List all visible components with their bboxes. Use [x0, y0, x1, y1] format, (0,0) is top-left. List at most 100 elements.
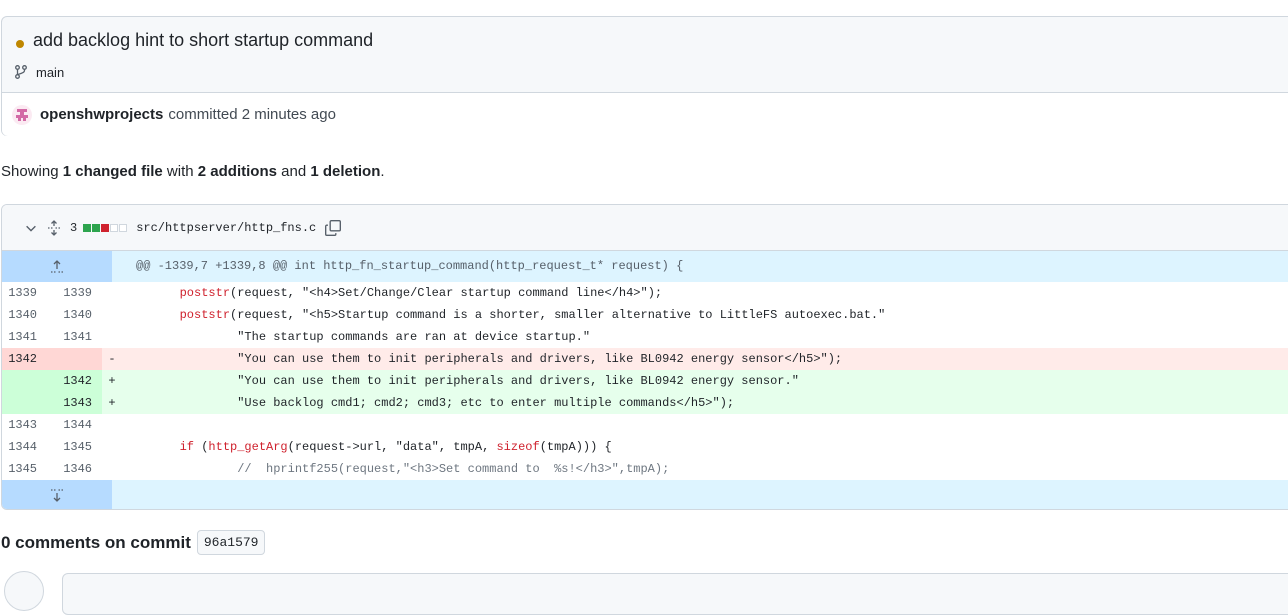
- commit-sha-badge[interactable]: 96a1579: [196, 530, 266, 555]
- code-token: (: [194, 440, 209, 454]
- diffstat-count: 3: [70, 220, 78, 235]
- code-token: (request, "<h5>Startup command is a shor…: [230, 308, 886, 322]
- hunk-footer-row: [2, 480, 1288, 509]
- comment-box[interactable]: [62, 573, 1288, 615]
- code-line: "The startup commands are ran at device …: [122, 326, 1288, 348]
- diff-summary: Showing 1 changed file with 2 additions …: [1, 163, 385, 180]
- diff-marker: [102, 326, 122, 348]
- diff-marker: [102, 414, 122, 436]
- summary-showing: Showing: [1, 163, 59, 180]
- new-line-number[interactable]: 1341: [47, 326, 102, 348]
- code-line: "Use backlog cmd1; cmd2; cmd3; etc to en…: [122, 392, 1288, 414]
- diff-marker: [102, 304, 122, 326]
- diff-line-ctx: 1343 1344: [2, 414, 1288, 436]
- git-branch-icon: [15, 65, 27, 79]
- old-line-number[interactable]: 1340: [2, 304, 47, 326]
- diff-line-ctx: 1345 1346 // hprintf255(request,"<h3>Set …: [2, 458, 1288, 480]
- code-token: "Use backlog cmd1; cmd2; cmd3; etc to en…: [122, 396, 735, 410]
- diff-line-add: 1343 + "Use backlog cmd1; cmd2; cmd3; etc…: [2, 392, 1288, 414]
- diff-marker: [102, 458, 122, 480]
- summary-end: .: [380, 163, 385, 180]
- old-line-number[interactable]: 1343: [2, 414, 47, 436]
- code-token: // hprintf255(request,"<h3>Set command t…: [237, 462, 670, 476]
- code-token: (tmpA))) {: [539, 440, 612, 454]
- code-token: <h4>Set/Change/Clear startup command lin…: [309, 286, 641, 300]
- file-diff: 3 src/httpserver/http_fns.c @@ -1339,7 +…: [1, 204, 1288, 510]
- comments-count: 0 comments on commit: [1, 532, 191, 552]
- code-token: "You can use them to init peripherals an…: [122, 374, 799, 388]
- unfold-icon[interactable]: [46, 219, 62, 236]
- code-line: poststr(request, "<h4>Set/Change/Clear s…: [122, 282, 1288, 304]
- commit-header: add backlog hint to short startup comman…: [1, 16, 1288, 136]
- old-line-number[interactable]: [2, 370, 47, 392]
- new-line-number[interactable]: 1342: [47, 370, 102, 392]
- new-line-number[interactable]: 1344: [47, 414, 102, 436]
- code-token: poststr: [179, 308, 231, 322]
- hunk-header: @@ -1339,7 +1339,8 @@ int http_fn_startu…: [112, 251, 1288, 282]
- diff-line-add: 1342 + "You can use them to init peripher…: [2, 370, 1288, 392]
- commit-time: committed 2 minutes ago: [168, 106, 336, 123]
- new-line-number[interactable]: [47, 348, 102, 370]
- chevron-down-icon[interactable]: [24, 221, 38, 235]
- old-line-number[interactable]: 1341: [2, 326, 47, 348]
- diffstat-block-neutral: [110, 223, 119, 232]
- new-line-number[interactable]: 1343: [47, 392, 102, 414]
- old-line-number[interactable]: 1339: [2, 282, 47, 304]
- commit-author-link[interactable]: openshwprojects: [40, 106, 163, 123]
- hunk-footer: [112, 480, 1288, 509]
- old-line-number[interactable]: 1344: [2, 436, 47, 458]
- code-line: "You can use them to init peripherals an…: [122, 348, 1288, 370]
- code-token: (request, ": [230, 286, 310, 300]
- copy-icon[interactable]: [324, 219, 342, 237]
- diff-lines: 1339 1339 poststr(request, "<h4>Set/Chang…: [2, 282, 1288, 480]
- diffstat-block-del: [101, 223, 110, 232]
- diff-marker: +: [102, 392, 122, 414]
- diff-line-del: 1342 - "You can use them to init peripher…: [2, 348, 1288, 370]
- pending-status-dot[interactable]: [16, 40, 24, 48]
- new-line-number[interactable]: 1345: [47, 436, 102, 458]
- summary-deletions: 1 deletion: [310, 163, 381, 180]
- expand-up-icon[interactable]: [2, 251, 112, 282]
- diff-marker: [102, 436, 122, 458]
- code-token: if: [179, 440, 195, 454]
- code-token: "The startup commands are ran at device …: [122, 330, 591, 344]
- branch-name[interactable]: main: [36, 65, 64, 80]
- commit-title: add backlog hint to short startup comman…: [33, 30, 374, 50]
- old-line-number[interactable]: 1345: [2, 458, 47, 480]
- avatar[interactable]: [12, 104, 32, 125]
- file-path-link[interactable]: src/httpserver/http_fns.c: [136, 221, 316, 235]
- diff-line-ctx: 1340 1340 poststr(request, "<h5>Startup c…: [2, 304, 1288, 326]
- new-line-number[interactable]: 1339: [47, 282, 102, 304]
- summary-changed-files[interactable]: 1 changed file: [63, 163, 163, 180]
- code-token: sizeof: [496, 440, 540, 454]
- code-token: "You can use them to init peripherals an…: [122, 352, 843, 366]
- old-line-number[interactable]: [2, 392, 47, 414]
- file-header: 3 src/httpserver/http_fns.c: [2, 205, 1288, 251]
- diffstat-block-neutral: [119, 223, 128, 232]
- comment-avatar: [4, 571, 44, 611]
- branch-row: main: [13, 64, 64, 80]
- code-line: poststr(request, "<h5>Startup command is…: [122, 304, 1288, 326]
- new-line-number[interactable]: 1340: [47, 304, 102, 326]
- code-line: if (http_getArg(request->url, "data", tm…: [122, 436, 1288, 458]
- summary-with: with: [166, 163, 194, 180]
- summary-additions: 2 additions: [197, 163, 277, 180]
- diff-line-ctx: 1339 1339 poststr(request, "<h4>Set/Chang…: [2, 282, 1288, 304]
- diff-marker: +: [102, 370, 122, 392]
- code-token: http_getArg: [208, 440, 288, 454]
- comments-heading: 0 comments on commit 96a1579: [1, 530, 266, 555]
- old-line-number[interactable]: 1342: [2, 348, 47, 370]
- code-token: (request->url, "data", tmpA,: [287, 440, 497, 454]
- new-line-number[interactable]: 1346: [47, 458, 102, 480]
- code-line: "You can use them to init peripherals an…: [122, 370, 1288, 392]
- expand-down-icon[interactable]: [2, 480, 112, 509]
- summary-and: and: [281, 163, 307, 180]
- commit-author-row: openshwprojects committed 2 minutes ago: [2, 92, 1288, 136]
- diff-line-ctx: 1344 1345 if (http_getArg(request->url, "…: [2, 436, 1288, 458]
- diffstat-block-add: [92, 223, 101, 232]
